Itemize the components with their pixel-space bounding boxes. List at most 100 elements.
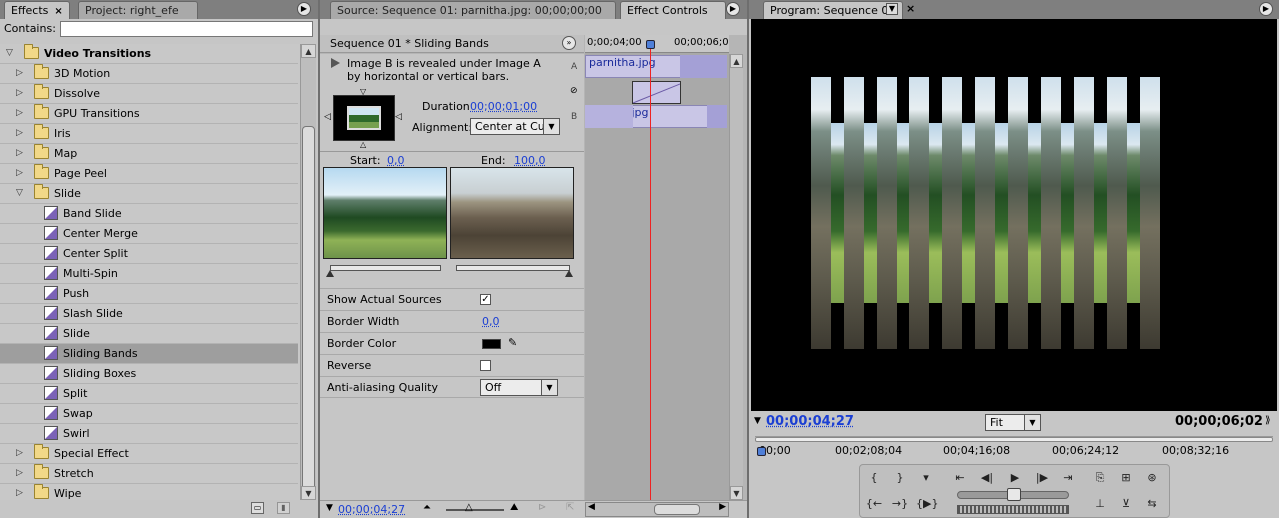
alignment-dropdown[interactable]: Center at Cut ▼	[470, 118, 560, 135]
tree-folder[interactable]: ▷ Page Peel	[0, 164, 298, 184]
new-bin-icon[interactable]: ▭	[251, 502, 264, 514]
tree-effect-item[interactable]: Multi-Spin	[0, 264, 298, 284]
tab-source[interactable]: Source: Sequence 01: parnitha.jpg: 00;00…	[330, 1, 616, 19]
set-marker-icon[interactable]: ▾	[916, 469, 936, 487]
play-in-to-out-icon[interactable]: {▶}	[916, 495, 938, 513]
safe-margins-icon[interactable]: ⊞	[1116, 469, 1136, 487]
disclosure-collapsed-icon[interactable]: ▷	[16, 68, 26, 78]
scroll-thumb[interactable]	[302, 126, 315, 498]
program-current-timecode[interactable]: 00;00;04;27	[766, 414, 854, 429]
lift-edit-icon[interactable]: ⊥	[1090, 495, 1110, 513]
edge-left-icon[interactable]: ◁	[324, 112, 331, 122]
close-icon[interactable]: ×	[906, 2, 915, 15]
program-playhead-handle[interactable]	[757, 447, 766, 456]
tree-effect-item[interactable]: Slash Slide	[0, 304, 298, 324]
tree-effect-item[interactable]: Sliding Boxes	[0, 364, 298, 384]
disclosure-collapsed-icon[interactable]: ▷	[16, 128, 26, 138]
go-to-out-icon[interactable]: →}	[890, 495, 910, 513]
step-back-icon[interactable]: ◀|	[977, 469, 997, 487]
disclosure-expanded-icon[interactable]: ▽	[16, 188, 26, 198]
previous-edit-icon[interactable]: ⇤	[950, 469, 970, 487]
anti-aliasing-dropdown[interactable]: Off ▼	[480, 379, 558, 396]
ec-playhead[interactable]	[650, 42, 651, 500]
show-actual-sources-checkbox[interactable]: ✓	[480, 294, 491, 305]
disclosure-collapsed-icon[interactable]: ▷	[16, 488, 26, 498]
duration-value[interactable]: 00;00;01;00	[470, 100, 537, 113]
edge-right-icon[interactable]: ◁	[395, 112, 402, 122]
chevron-down-icon[interactable]: ▼	[886, 3, 898, 15]
scroll-up-icon[interactable]: ▲	[301, 44, 316, 58]
end-slider-handle[interactable]	[565, 270, 573, 277]
output-icon[interactable]: ⊛	[1142, 469, 1162, 487]
close-icon[interactable]: ×	[54, 6, 62, 17]
start-slider-handle[interactable]	[326, 270, 334, 277]
tree-folder[interactable]: ▷ Dissolve	[0, 84, 298, 104]
shuttle-wheel[interactable]	[957, 505, 1069, 514]
mark-in-icon[interactable]: {	[864, 469, 884, 487]
edge-bottom-icon[interactable]: △	[360, 140, 366, 149]
panel-menu-icon[interactable]: ▶	[1259, 2, 1273, 16]
tree-effect-item[interactable]: Center Merge	[0, 224, 298, 244]
play-audio-icon[interactable]: ⊳	[538, 502, 546, 513]
scroll-thumb[interactable]	[654, 504, 700, 515]
start-slider[interactable]	[330, 265, 441, 271]
scroll-down-icon[interactable]: ▼	[730, 486, 743, 500]
go-to-in-icon[interactable]: {←	[864, 495, 884, 513]
zoom-dropdown[interactable]: Fit ▼	[985, 414, 1041, 431]
trash-icon[interactable]: ▮	[277, 502, 290, 514]
extract-icon[interactable]: ⊻	[1116, 495, 1136, 513]
ec-timeline-ruler[interactable]: 0;00;04;00 00;00;06;0	[585, 35, 729, 53]
mark-out-icon[interactable]: }	[890, 469, 910, 487]
border-color-swatch[interactable]	[482, 339, 501, 349]
tree-effect-item[interactable]: Swap	[0, 404, 298, 424]
tree-folder[interactable]: ▷ Wipe	[0, 484, 298, 500]
tab-project[interactable]: Project: right_efe	[78, 1, 198, 19]
tree-folder[interactable]: ▷ GPU Transitions	[0, 104, 298, 124]
ec-scrollbar[interactable]: ▲ ▼	[729, 54, 743, 500]
border-width-value[interactable]: 0,0	[482, 315, 500, 328]
end-value[interactable]: 100,0	[514, 154, 546, 167]
viewing-area-bar[interactable]	[755, 437, 1273, 442]
zoom-slider[interactable]	[446, 509, 504, 511]
edge-top-icon[interactable]: ▽	[360, 87, 366, 96]
zoom-out-icon[interactable]: ⏶	[423, 502, 431, 513]
ec-current-timecode[interactable]: 00;00;04;27	[338, 503, 405, 516]
disclosure-expanded-icon[interactable]: ▽	[6, 48, 16, 58]
reverse-checkbox[interactable]	[480, 360, 491, 371]
scroll-left-icon[interactable]: ◀	[588, 502, 595, 512]
tree-effect-item[interactable]: Slide	[0, 324, 298, 344]
disclosure-collapsed-icon[interactable]: ▷	[16, 468, 26, 478]
trim-icon[interactable]: ⇆	[1142, 495, 1162, 513]
tree-effect-item[interactable]: Push	[0, 284, 298, 304]
tree-folder[interactable]: ▷ 3D Motion	[0, 64, 298, 84]
lift-icon[interactable]: ⎘	[1090, 469, 1110, 487]
disclosure-collapsed-icon[interactable]: ▷	[16, 148, 26, 158]
zoom-handle-icon[interactable]: △	[465, 502, 473, 513]
jog-handle[interactable]	[1007, 488, 1021, 501]
program-time-ruler[interactable]: 00;00 00;02;08;04 00;04;16;08 00;06;24;1…	[755, 436, 1273, 460]
transition-block[interactable]	[632, 81, 681, 104]
ec-hscrollbar[interactable]: ◀ ▶	[585, 502, 729, 517]
tree-folder[interactable]: ▷ Map	[0, 144, 298, 164]
scroll-right-icon[interactable]: ▶	[719, 502, 726, 512]
tab-program[interactable]: Program: Sequence 01	[763, 1, 903, 19]
reverse-direction-icon[interactable]: ⊘	[570, 86, 578, 96]
tab-effect-controls[interactable]: Effect Controls	[620, 1, 726, 19]
tree-folder[interactable]: ▷ Iris	[0, 124, 298, 144]
show-timeline-icon[interactable]: »	[562, 36, 576, 50]
tree-folder[interactable]: ▽ Video Transitions	[0, 44, 298, 64]
tab-effects[interactable]: Effects ×	[4, 1, 70, 19]
playhead-handle[interactable]	[646, 40, 655, 49]
tree-folder[interactable]: ▽ Slide	[0, 184, 298, 204]
panel-menu-icon[interactable]: ▶	[297, 2, 311, 16]
scroll-down-icon[interactable]: ▼	[301, 486, 316, 500]
disclosure-collapsed-icon[interactable]: ▷	[16, 448, 26, 458]
contains-search-input[interactable]	[60, 21, 313, 37]
zoom-in-icon[interactable]: ⛰	[510, 502, 518, 513]
more-options-icon[interactable]: ⟫	[1265, 415, 1271, 426]
effects-scrollbar[interactable]: ▲ ▼	[300, 44, 316, 500]
start-value[interactable]: 0,0	[387, 154, 405, 167]
end-slider[interactable]	[456, 265, 570, 271]
panel-menu-icon[interactable]: ▶	[726, 2, 740, 16]
program-video-frame[interactable]	[751, 19, 1277, 411]
